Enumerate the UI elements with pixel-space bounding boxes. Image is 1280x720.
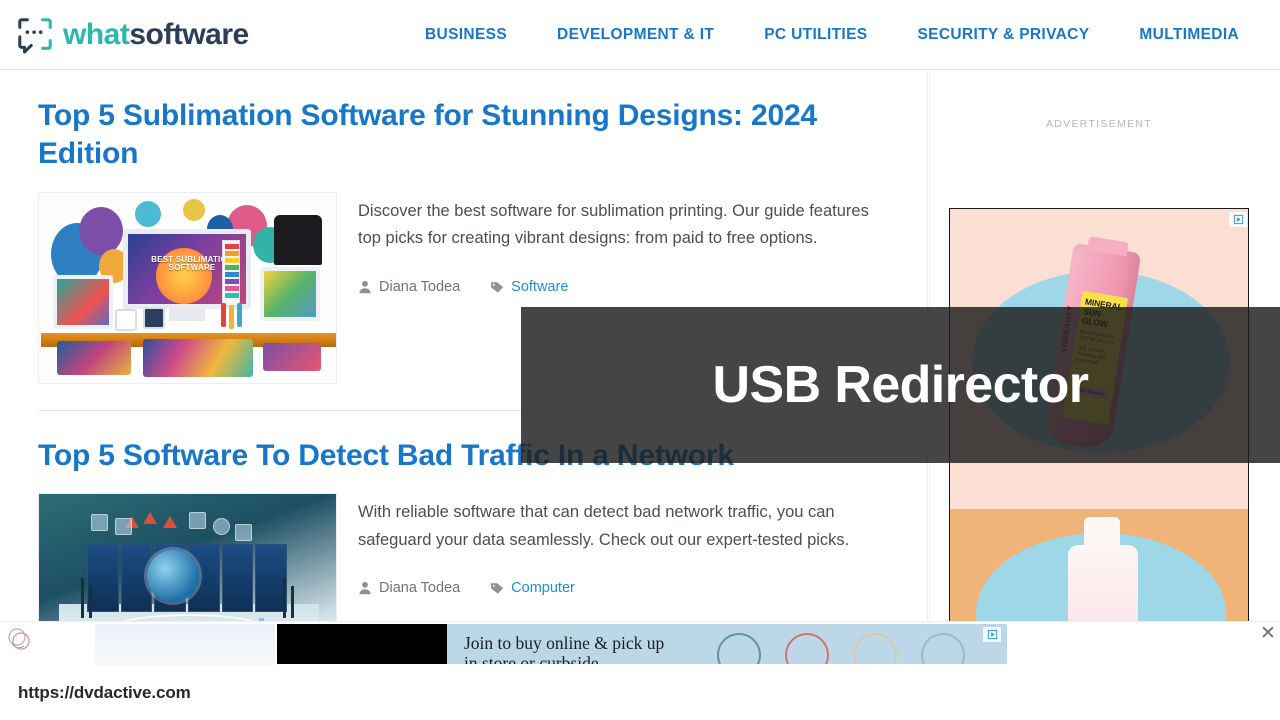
tag-icon bbox=[491, 583, 504, 594]
article-title-link[interactable]: Top 5 Sublimation Software for Stunning … bbox=[38, 97, 889, 174]
article-excerpt: With reliable software that can detect b… bbox=[358, 503, 850, 549]
author-name: Diana Todea bbox=[379, 278, 461, 295]
advertiser-logo-icon bbox=[4, 626, 34, 662]
nav-item-pc-utilities[interactable]: PC UTILITIES bbox=[739, 0, 892, 70]
ad-black-block bbox=[277, 624, 447, 664]
ad-message-panel[interactable]: Join to buy online & pick up in store or… bbox=[447, 624, 1007, 664]
logo-text-what: what bbox=[63, 17, 130, 51]
bottom-sticky-ad[interactable]: Join to buy online & pick up in store or… bbox=[0, 621, 1280, 666]
adchoices-icon[interactable] bbox=[1229, 212, 1247, 227]
author-meta: Diana Todea bbox=[358, 580, 460, 596]
nav-item-security-privacy[interactable]: SECURITY & PRIVACY bbox=[892, 0, 1114, 70]
category-link[interactable]: Computer bbox=[511, 580, 575, 596]
overlay-title: USB Redirector bbox=[712, 356, 1090, 414]
ad-headline-line2: in store or curbside bbox=[464, 653, 599, 664]
user-icon bbox=[359, 581, 371, 595]
logo-text-software: software bbox=[129, 17, 249, 51]
adchoices-icon[interactable] bbox=[983, 627, 1001, 642]
ad-headline-line1: Join to buy online & pick up bbox=[464, 633, 665, 653]
site-header: whatsoftware BUSINESS DEVELOPMENT & IT P… bbox=[0, 0, 1280, 70]
nav-item-development-it[interactable]: DEVELOPMENT & IT bbox=[532, 0, 739, 70]
chat-scan-icon bbox=[16, 16, 54, 54]
article-thumbnail[interactable]: BEST SUBLIMATION SOFTWARE bbox=[38, 191, 337, 384]
article-meta: Diana Todea Computer bbox=[358, 580, 889, 596]
site-logo[interactable]: whatsoftware bbox=[16, 16, 249, 54]
browser-viewport: whatsoftware BUSINESS DEVELOPMENT & IT P… bbox=[0, 0, 1280, 720]
category-meta: Software bbox=[490, 279, 568, 295]
ad-circle-icons bbox=[707, 624, 997, 664]
monitor-graphic: BEST SUBLIMATION SOFTWARE bbox=[123, 228, 251, 309]
article-excerpt: Discover the best software for sublimati… bbox=[358, 201, 869, 248]
article-meta: Diana Todea Software bbox=[358, 279, 889, 295]
user-icon bbox=[359, 280, 371, 293]
main-navigation: BUSINESS DEVELOPMENT & IT PC UTILITIES S… bbox=[400, 0, 1264, 70]
tshirt-graphic bbox=[274, 214, 322, 265]
status-bar: https://dvdactive.com bbox=[0, 666, 1280, 720]
nav-item-multimedia[interactable]: MULTIMEDIA bbox=[1114, 0, 1264, 70]
close-icon[interactable]: ✕ bbox=[1257, 622, 1279, 644]
ad-headline: Join to buy online & pick up in store or… bbox=[464, 633, 664, 664]
author-meta: Diana Todea bbox=[358, 279, 460, 295]
usb-redirector-overlay[interactable]: USB Redirector bbox=[521, 307, 1280, 463]
tag-icon bbox=[491, 281, 504, 293]
status-bar-url: https://dvdactive.com bbox=[18, 683, 191, 702]
ad-image-strip bbox=[95, 624, 275, 666]
category-meta: Computer bbox=[490, 580, 575, 596]
advertisement-label: ADVERTISEMENT bbox=[1046, 118, 1152, 130]
sublimation-illustration: BEST SUBLIMATION SOFTWARE bbox=[39, 192, 336, 383]
category-link[interactable]: Software bbox=[511, 279, 568, 295]
nav-item-business[interactable]: BUSINESS bbox=[400, 0, 532, 70]
logo-text: whatsoftware bbox=[63, 17, 249, 51]
author-name: Diana Todea bbox=[379, 579, 461, 596]
